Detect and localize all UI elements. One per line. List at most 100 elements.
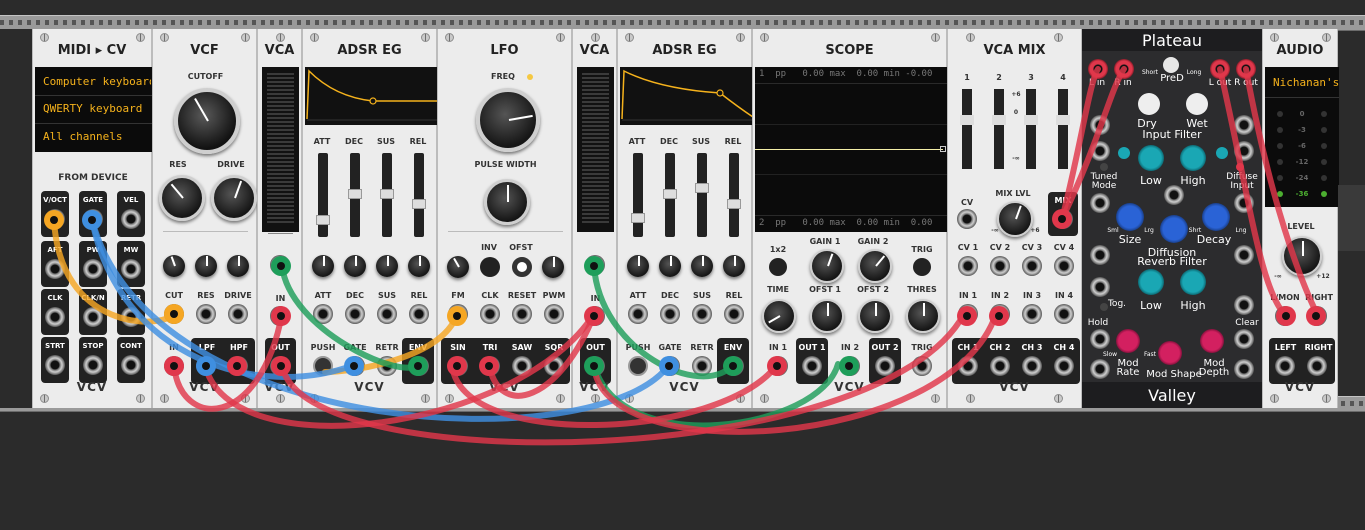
vel-output-jack[interactable] xyxy=(121,209,141,229)
freq-knob[interactable] xyxy=(476,88,540,152)
input-high-knob[interactable] xyxy=(1180,145,1206,171)
sus-cv-knob[interactable] xyxy=(691,255,713,277)
drive-cv-knob[interactable] xyxy=(227,255,249,277)
push-button[interactable] xyxy=(313,356,333,376)
sustain-slider[interactable] xyxy=(380,153,394,237)
clear-cv-jack[interactable] xyxy=(1234,295,1254,315)
inv-button[interactable] xyxy=(480,257,500,277)
cv-1-input-jack[interactable] xyxy=(958,256,978,276)
sustain-slider[interactable] xyxy=(695,153,709,237)
pw-output-jack[interactable] xyxy=(83,259,103,279)
fader-1[interactable] xyxy=(960,89,974,169)
right-output-jack[interactable] xyxy=(1307,356,1327,376)
clk-input-jack[interactable] xyxy=(480,304,500,324)
input-high-cv-jack[interactable] xyxy=(1234,141,1254,161)
vca-level-slider[interactable] xyxy=(582,73,609,225)
reset-input-jack[interactable] xyxy=(512,304,532,324)
res-knob[interactable] xyxy=(159,175,205,221)
saw-output-jack[interactable] xyxy=(512,356,532,376)
cutoff-knob[interactable] xyxy=(174,88,240,154)
audio-output-jack[interactable] xyxy=(585,356,605,376)
r-in-jack[interactable] xyxy=(1114,59,1134,79)
gate-input-jack[interactable] xyxy=(345,356,365,376)
reverb-high-knob[interactable] xyxy=(1180,269,1206,295)
cv-input-jack[interactable] xyxy=(585,255,605,275)
gate-input-jack[interactable] xyxy=(660,356,680,376)
cut-cv-input-jack[interactable] xyxy=(164,304,184,324)
strt-output-jack[interactable] xyxy=(45,355,65,375)
diffuse-input-button[interactable] xyxy=(1236,163,1244,171)
midi-device-display[interactable]: Computer keyboard/m QWERTY keyboard (US … xyxy=(35,67,153,152)
stop-output-jack[interactable] xyxy=(83,355,103,375)
mix-output-jack[interactable] xyxy=(1053,209,1073,229)
dec-cv-input-jack[interactable] xyxy=(345,304,365,324)
pulse-width-knob[interactable] xyxy=(484,179,530,225)
cont-output-jack[interactable] xyxy=(121,355,141,375)
1x2-button[interactable] xyxy=(769,258,787,276)
res-cv-input-jack[interactable] xyxy=(196,304,216,324)
in-1-input-jack[interactable] xyxy=(958,304,978,324)
att-cv-knob[interactable] xyxy=(627,255,649,277)
push-button[interactable] xyxy=(628,356,648,376)
decay-slider[interactable] xyxy=(663,153,677,237)
att-cv-input-jack[interactable] xyxy=(313,304,333,324)
mix-cv-input-jack[interactable] xyxy=(957,209,977,229)
in-4-input-jack[interactable] xyxy=(1054,304,1074,324)
rel-cv-knob[interactable] xyxy=(723,255,745,277)
attack-slider[interactable] xyxy=(631,153,645,237)
time-knob[interactable] xyxy=(762,299,796,333)
trig-input-jack[interactable] xyxy=(912,356,932,376)
out-1-jack[interactable] xyxy=(802,356,822,376)
fader-4[interactable] xyxy=(1056,89,1070,169)
ofst-button[interactable] xyxy=(512,257,532,277)
input-low-cv-jack[interactable] xyxy=(1090,141,1110,161)
audio-output-jack[interactable] xyxy=(270,356,290,376)
in-1-jack[interactable] xyxy=(768,356,788,376)
l-in-jack[interactable] xyxy=(1088,59,1108,79)
thres-knob[interactable] xyxy=(906,299,940,333)
wet-knob[interactable] xyxy=(1186,93,1208,115)
fader-3[interactable] xyxy=(1024,89,1038,169)
input-high-cv-knob[interactable] xyxy=(1216,147,1228,159)
release-slider[interactable] xyxy=(412,153,426,237)
rel-cv-knob[interactable] xyxy=(408,255,430,277)
cv-2-input-jack[interactable] xyxy=(990,256,1010,276)
in-3-input-jack[interactable] xyxy=(1022,304,1042,324)
sus-cv-input-jack[interactable] xyxy=(377,304,397,324)
midi-device-line[interactable]: QWERTY keyboard (US xyxy=(43,102,151,115)
retr-input-jack[interactable] xyxy=(377,356,397,376)
diffusion-cv-jack[interactable] xyxy=(1164,185,1184,205)
r-out-jack[interactable] xyxy=(1236,59,1256,79)
mod-rate-knob[interactable] xyxy=(1116,329,1140,353)
mod-rate-cv-jack[interactable] xyxy=(1090,359,1110,379)
clk-n-output-jack[interactable] xyxy=(83,307,103,327)
res-cv-knob[interactable] xyxy=(195,255,217,277)
decay-knob[interactable] xyxy=(1202,203,1230,231)
dry-cv-jack[interactable] xyxy=(1090,115,1110,135)
clk-output-jack[interactable] xyxy=(45,307,65,327)
cv-3-input-jack[interactable] xyxy=(1022,256,1042,276)
diffusion-knob[interactable] xyxy=(1160,215,1188,243)
tri-output-jack[interactable] xyxy=(480,356,500,376)
tog-button[interactable] xyxy=(1100,303,1108,311)
ch-1-output-jack[interactable] xyxy=(958,356,978,376)
dry-knob[interactable] xyxy=(1138,93,1160,115)
audio-input-jack[interactable] xyxy=(585,306,605,326)
audio-device-name[interactable]: Nichanan's xyxy=(1273,76,1339,89)
fm-knob[interactable] xyxy=(447,256,469,278)
rel-cv-input-jack[interactable] xyxy=(724,304,744,324)
gain-2-knob[interactable] xyxy=(858,249,892,283)
input-low-knob[interactable] xyxy=(1138,145,1164,171)
env-output-jack[interactable] xyxy=(724,356,744,376)
retr-output-jack[interactable] xyxy=(121,307,141,327)
clear-jack[interactable] xyxy=(1234,329,1254,349)
aft-output-jack[interactable] xyxy=(45,259,65,279)
audio-input-jack[interactable] xyxy=(164,356,184,376)
mod-shape-knob[interactable] xyxy=(1158,341,1182,365)
reverb-high-cv-jack[interactable] xyxy=(1234,245,1254,265)
fader-2[interactable] xyxy=(992,89,1006,169)
drive-knob[interactable] xyxy=(211,175,257,221)
left-input-jack[interactable] xyxy=(1275,306,1295,326)
att-cv-knob[interactable] xyxy=(312,255,334,277)
midi-channel-line[interactable]: All channels xyxy=(43,130,122,143)
